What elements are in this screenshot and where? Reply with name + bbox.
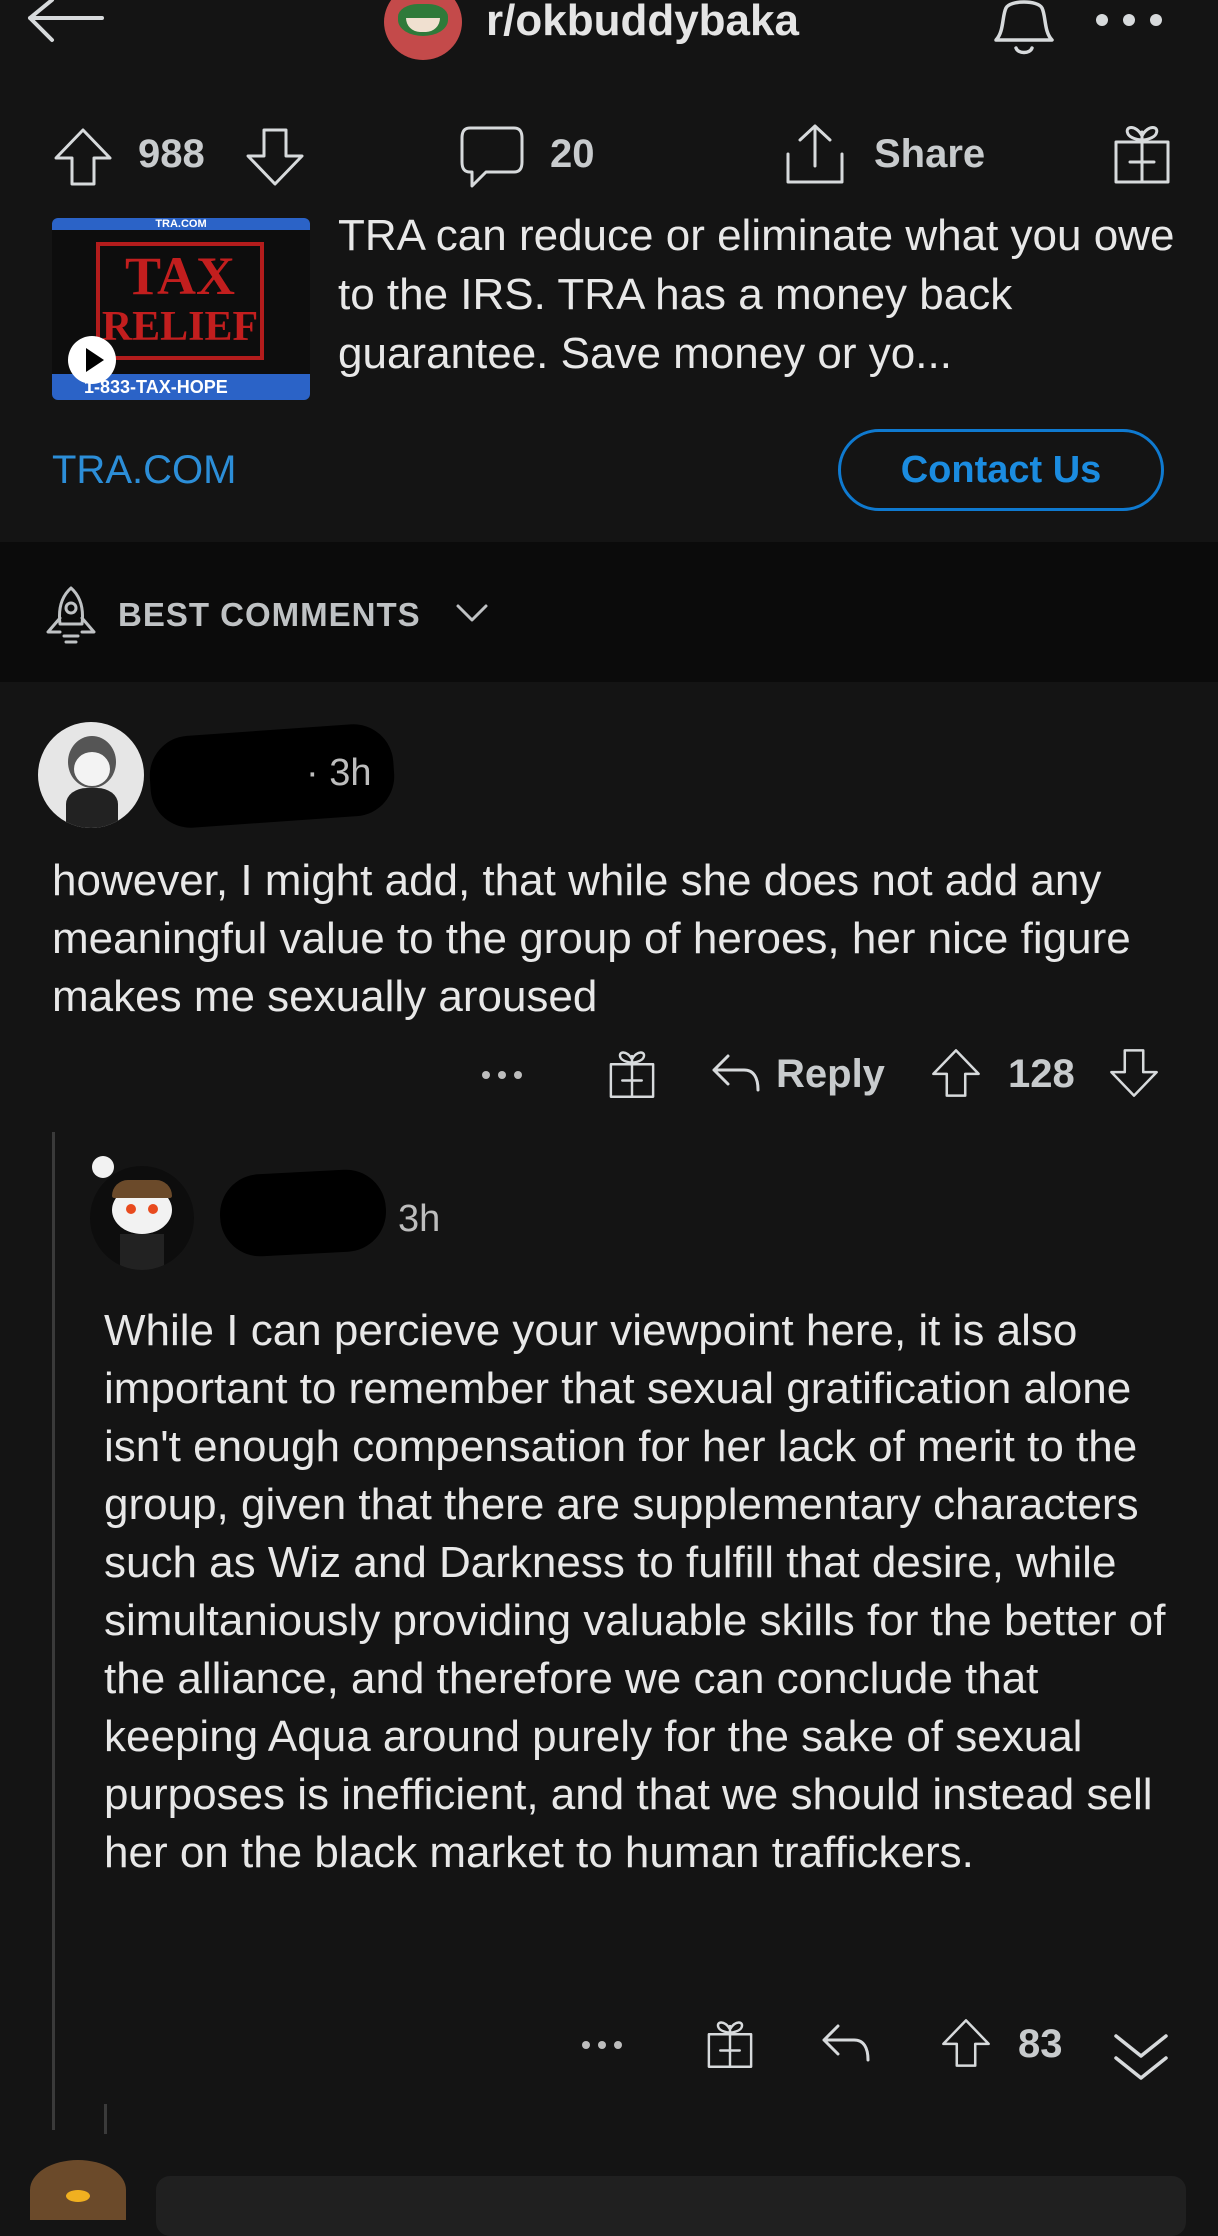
- more-options-icon[interactable]: [1092, 0, 1166, 40]
- collapse-chevron-icon[interactable]: [1110, 2030, 1172, 2086]
- more-options-icon[interactable]: [578, 2028, 626, 2062]
- comment-icon[interactable]: [458, 124, 526, 190]
- ad-thumb-phone: 1-833-TAX-HOPE: [84, 377, 228, 397]
- reply-button[interactable]: Reply: [776, 1052, 885, 1097]
- upvote-icon[interactable]: [930, 1046, 982, 1100]
- play-icon[interactable]: [68, 336, 116, 384]
- reply-icon[interactable]: [710, 1050, 762, 1094]
- ad-thumbnail[interactable]: TRA.COM TAX RELIEF 1-833-TAX-HOPE: [52, 218, 310, 400]
- ad-thumb-banner: TRA.COM: [155, 218, 207, 230]
- chevron-down-icon[interactable]: [454, 600, 490, 626]
- sort-label[interactable]: BEST COMMENTS: [118, 596, 421, 634]
- comment-text: While I can percieve your viewpoint here…: [104, 1306, 1166, 1877]
- post-score: 988: [138, 132, 205, 176]
- downvote-icon[interactable]: [1108, 1046, 1160, 1100]
- share-button[interactable]: Share: [874, 132, 985, 177]
- comment-count: 20: [550, 132, 595, 176]
- rocket-icon: [40, 584, 102, 648]
- avatar[interactable]: [30, 2160, 126, 2220]
- avatar-antenna: [92, 1156, 114, 1178]
- award-icon[interactable]: [606, 1048, 658, 1100]
- thread-line: [104, 2104, 107, 2134]
- more-options-icon[interactable]: [478, 1058, 526, 1092]
- upvote-icon[interactable]: [940, 2016, 992, 2070]
- redacted-username: [217, 1167, 389, 1259]
- ad-thumb-title-2: RELIEF: [101, 304, 259, 350]
- add-comment-input[interactable]: [156, 2176, 1186, 2236]
- award-icon[interactable]: [704, 2018, 756, 2070]
- comment-time: · 3h: [306, 752, 372, 794]
- ad-text[interactable]: TRA can reduce or eliminate what you owe…: [338, 206, 1178, 383]
- bell-icon[interactable]: [984, 0, 1064, 64]
- back-arrow-icon[interactable]: [22, 0, 112, 60]
- comment-score: 83: [1018, 2022, 1063, 2066]
- comment-time: 3h: [398, 1198, 441, 1240]
- ad-thumb-title-1: TAX: [124, 246, 235, 306]
- comment-score: 128: [1008, 1052, 1075, 1096]
- comment-text: however, I might add, that while she doe…: [52, 856, 1131, 1021]
- avatar[interactable]: [38, 722, 144, 828]
- thread-line[interactable]: [52, 1132, 55, 2130]
- downvote-icon[interactable]: [244, 126, 306, 188]
- ad-domain-link[interactable]: TRA.COM: [52, 448, 236, 493]
- share-icon[interactable]: [782, 122, 848, 188]
- avatar[interactable]: [90, 1166, 194, 1270]
- contact-us-button[interactable]: Contact Us: [838, 429, 1164, 511]
- reply-icon[interactable]: [820, 2020, 872, 2064]
- subreddit-name[interactable]: r/okbuddybaka: [486, 0, 799, 46]
- award-icon[interactable]: [1110, 122, 1174, 186]
- upvote-icon[interactable]: [52, 126, 114, 188]
